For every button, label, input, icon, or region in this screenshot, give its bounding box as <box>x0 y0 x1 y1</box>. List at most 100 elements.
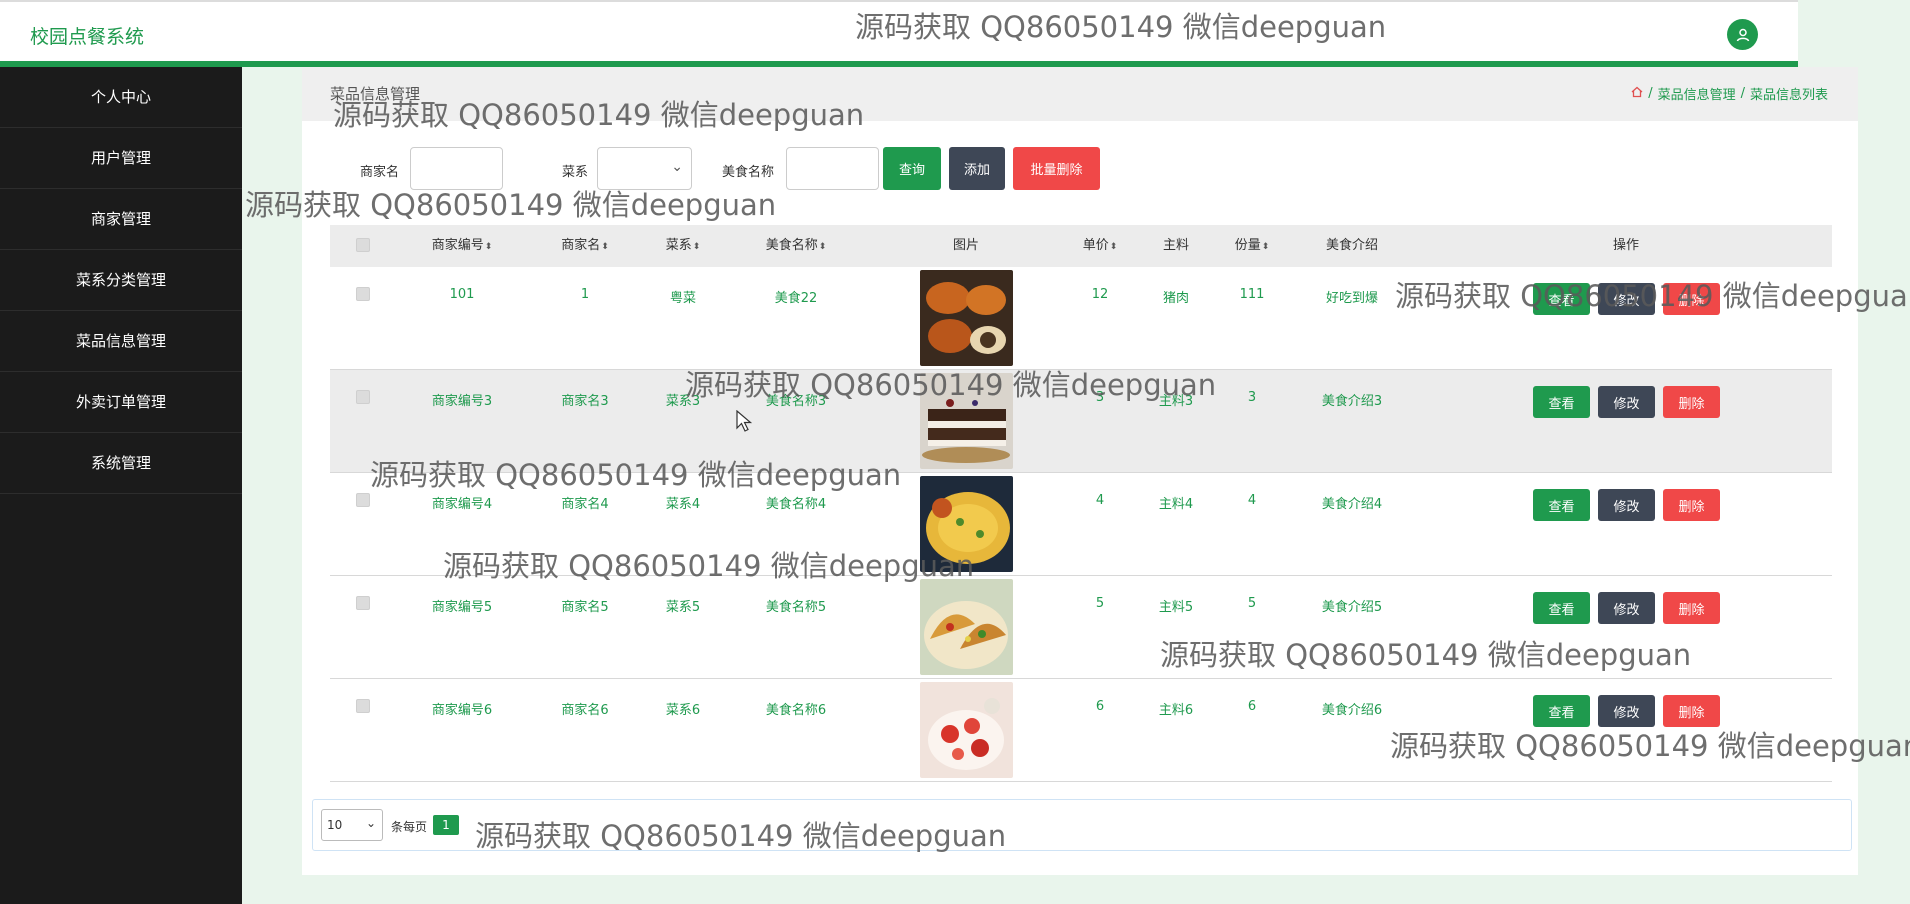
edit-button[interactable]: 修改 <box>1598 283 1655 315</box>
tacos-plate-image[interactable] <box>920 579 1013 675</box>
app-brand[interactable]: 校园点餐系统 <box>30 22 144 49</box>
header-price[interactable]: 单价⬍ <box>1083 225 1118 267</box>
sidebar-item-system-management[interactable]: 系统管理 <box>0 433 242 494</box>
cell-cuisine: 菜系3 <box>665 394 701 409</box>
header-food-name[interactable]: 美食名称⬍ <box>766 225 827 267</box>
cell-price: 5 <box>1095 596 1105 611</box>
sidebar-item-merchant-management[interactable]: 商家管理 <box>0 189 242 250</box>
row-checkbox[interactable] <box>356 699 370 713</box>
page-size-select[interactable]: 10 ⌄ <box>321 809 383 841</box>
cell-intro: 美食介绍5 <box>1321 600 1383 615</box>
header-portion[interactable]: 份量⬍ <box>1235 225 1270 267</box>
dish-table: 商家编号⬍ 商家名⬍ 菜系⬍ 美食名称⬍ 图片 单价⬍ 主料 份量⬍ 美食介绍 … <box>330 225 1832 782</box>
view-button[interactable]: 查看 <box>1533 695 1590 727</box>
edit-button[interactable]: 修改 <box>1598 489 1655 521</box>
cake-slice-image[interactable] <box>920 373 1013 469</box>
query-button[interactable]: 查询 <box>883 147 941 190</box>
table-header: 商家编号⬍ 商家名⬍ 菜系⬍ 美食名称⬍ 图片 单价⬍ 主料 份量⬍ 美食介绍 … <box>330 225 1832 267</box>
cell-cuisine: 菜系6 <box>665 703 701 718</box>
sidebar-item-takeout-orders[interactable]: 外卖订单管理 <box>0 372 242 433</box>
header-actions: 操作 <box>1612 238 1640 253</box>
merchant-name-label: 商家名 <box>360 165 400 180</box>
delete-button[interactable]: 删除 <box>1663 695 1720 727</box>
header-cuisine[interactable]: 菜系⬍ <box>666 225 701 267</box>
cell-food-name: 美食名称3 <box>765 394 827 409</box>
strawberry-dessert-image[interactable] <box>920 682 1013 778</box>
cell-merchant-name: 1 <box>580 287 590 302</box>
delete-button[interactable]: 删除 <box>1663 489 1720 521</box>
cell-intro: 好吃到爆 <box>1325 291 1379 306</box>
row-checkbox[interactable] <box>356 287 370 301</box>
page-number-button[interactable]: 1 <box>433 815 459 835</box>
cuisine-label: 菜系 <box>562 165 589 180</box>
cuisine-select[interactable]: ⌄ <box>597 147 692 190</box>
cell-portion: 5 <box>1247 596 1257 611</box>
header-image: 图片 <box>952 238 980 253</box>
cell-cuisine: 粤菜 <box>669 291 697 306</box>
main-panel: 菜品信息管理 / 菜品信息管理 / 菜品信息列表 商家名 菜系 ⌄ 美食名称 查… <box>302 67 1858 875</box>
cell-merchant-name: 商家名6 <box>561 703 609 718</box>
cell-intro: 美食介绍6 <box>1321 703 1383 718</box>
pagination: 10 ⌄ 条每页 1 <box>312 799 1852 851</box>
delete-button[interactable]: 删除 <box>1663 283 1720 315</box>
cell-portion: 111 <box>1239 287 1265 302</box>
cell-main-ingredient: 主料4 <box>1158 497 1194 512</box>
page-title: 菜品信息管理 <box>330 85 421 103</box>
cell-merchant-name: 商家名3 <box>561 394 609 409</box>
view-button[interactable]: 查看 <box>1533 489 1590 521</box>
search-bar: 商家名 菜系 ⌄ 美食名称 查询 添加 批量删除 <box>302 147 1858 191</box>
add-button[interactable]: 添加 <box>949 147 1005 190</box>
edit-button[interactable]: 修改 <box>1598 592 1655 624</box>
cell-main-ingredient: 主料6 <box>1158 703 1194 718</box>
table-row: 101 1 粤菜 美食22 12 猪肉 111 好吃到爆 查看 修改 删除 <box>330 267 1832 370</box>
cell-price: 4 <box>1095 493 1105 508</box>
cell-portion: 6 <box>1247 699 1257 714</box>
breadcrumb-dish-management[interactable]: 菜品信息管理 <box>1658 84 1736 103</box>
sidebar-item-personal-center[interactable]: 个人中心 <box>0 67 242 128</box>
cell-price: 12 <box>1091 287 1109 302</box>
view-button[interactable]: 查看 <box>1533 386 1590 418</box>
batch-delete-button[interactable]: 批量删除 <box>1013 147 1100 190</box>
chevron-down-icon: ⌄ <box>671 159 683 175</box>
cell-food-name: 美食22 <box>774 291 818 306</box>
row-checkbox[interactable] <box>356 596 370 610</box>
header-intro: 美食介绍 <box>1325 238 1379 253</box>
header-merchant-no[interactable]: 商家编号⬍ <box>432 225 493 267</box>
user-icon[interactable] <box>1727 19 1758 50</box>
chevron-down-icon: ⌄ <box>365 816 376 830</box>
cell-portion: 3 <box>1247 390 1257 405</box>
cell-food-name: 美食名称4 <box>765 497 827 512</box>
delete-button[interactable]: 删除 <box>1663 386 1720 418</box>
mouse-cursor-icon <box>736 410 753 432</box>
omelette-dish-image[interactable] <box>920 476 1013 572</box>
table-row: 商家编号3 商家名3 菜系3 美食名称3 3 主料3 3 美食介绍3 查看 修改… <box>330 370 1832 473</box>
cell-merchant-no: 商家编号3 <box>431 394 493 409</box>
breadcrumb-separator: / <box>1740 86 1745 101</box>
cell-main-ingredient: 猪肉 <box>1162 291 1190 306</box>
header-merchant-name[interactable]: 商家名⬍ <box>561 225 609 267</box>
food-name-input[interactable] <box>786 147 879 190</box>
breadcrumb-separator: / <box>1648 86 1653 101</box>
crab-dish-image[interactable] <box>920 270 1013 366</box>
cell-food-name: 美食名称6 <box>765 703 827 718</box>
sort-icon: ⬍ <box>1109 242 1118 252</box>
sort-icon: ⬍ <box>601 242 609 252</box>
view-button[interactable]: 查看 <box>1533 283 1590 315</box>
row-checkbox[interactable] <box>356 390 370 404</box>
edit-button[interactable]: 修改 <box>1598 695 1655 727</box>
merchant-name-input[interactable] <box>410 147 503 190</box>
sidebar-item-user-management[interactable]: 用户管理 <box>0 128 242 189</box>
view-button[interactable]: 查看 <box>1533 592 1590 624</box>
sort-icon: ⬍ <box>818 242 827 252</box>
delete-button[interactable]: 删除 <box>1663 592 1720 624</box>
row-checkbox[interactable] <box>356 493 370 507</box>
cell-price: 6 <box>1095 699 1105 714</box>
sidebar-item-cuisine-category[interactable]: 菜系分类管理 <box>0 250 242 311</box>
home-icon[interactable] <box>1631 86 1643 102</box>
cell-merchant-no: 商家编号4 <box>431 497 493 512</box>
edit-button[interactable]: 修改 <box>1598 386 1655 418</box>
breadcrumb: / 菜品信息管理 / 菜品信息列表 <box>1631 84 1828 103</box>
select-all-checkbox[interactable] <box>356 238 370 252</box>
sidebar-item-dish-info[interactable]: 菜品信息管理 <box>0 311 242 372</box>
cell-cuisine: 菜系4 <box>665 497 701 512</box>
